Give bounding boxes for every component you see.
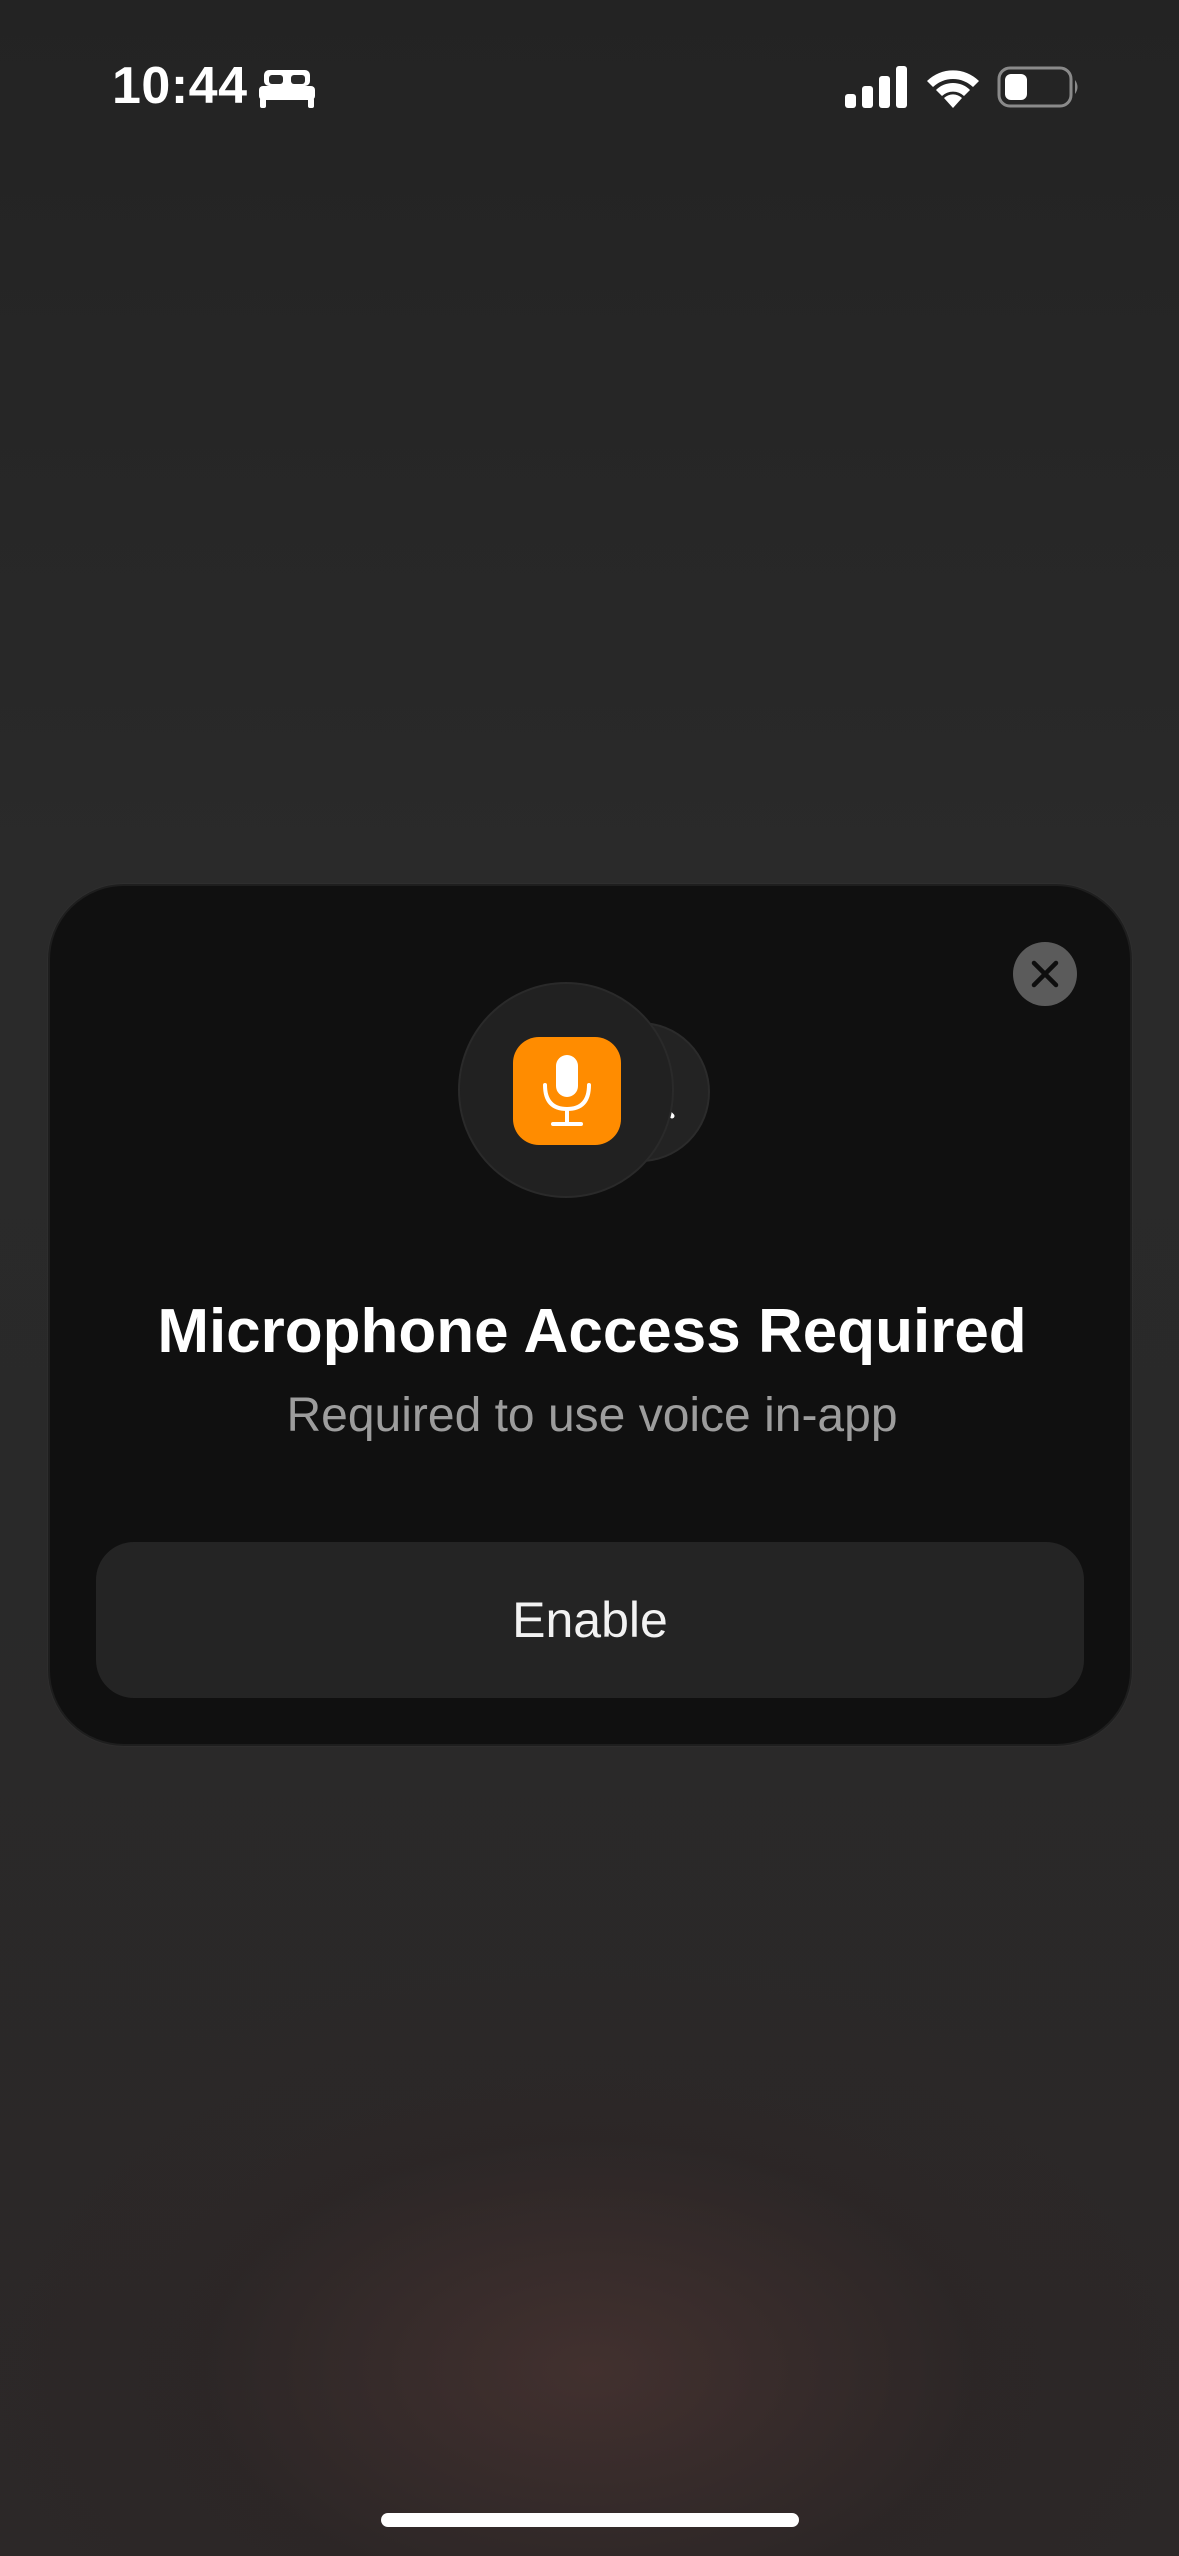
permission-illustration (410, 982, 770, 1202)
battery-low-icon (997, 66, 1078, 108)
bed-icon (259, 70, 315, 108)
cellular-signal-icon (845, 66, 907, 108)
dialog-title: Microphone Access Required (157, 1297, 1027, 1366)
status-bar: 10:44 (0, 0, 1179, 170)
microphone-icon (543, 1055, 591, 1126)
dialog-subtitle: Required to use voice in-app (286, 1389, 898, 1442)
status-time: 10:44 (112, 57, 248, 115)
primary-icon-circle (458, 982, 674, 1198)
microphone-app-tile (513, 1037, 621, 1145)
home-indicator[interactable] (381, 2513, 799, 2527)
wifi-icon (927, 70, 979, 108)
microphone-permission-dialog: Microphone Access Required Required to u… (48, 884, 1132, 1746)
close-icon (1031, 960, 1059, 988)
close-button[interactable] (1013, 942, 1077, 1006)
enable-button[interactable]: Enable (96, 1542, 1084, 1698)
